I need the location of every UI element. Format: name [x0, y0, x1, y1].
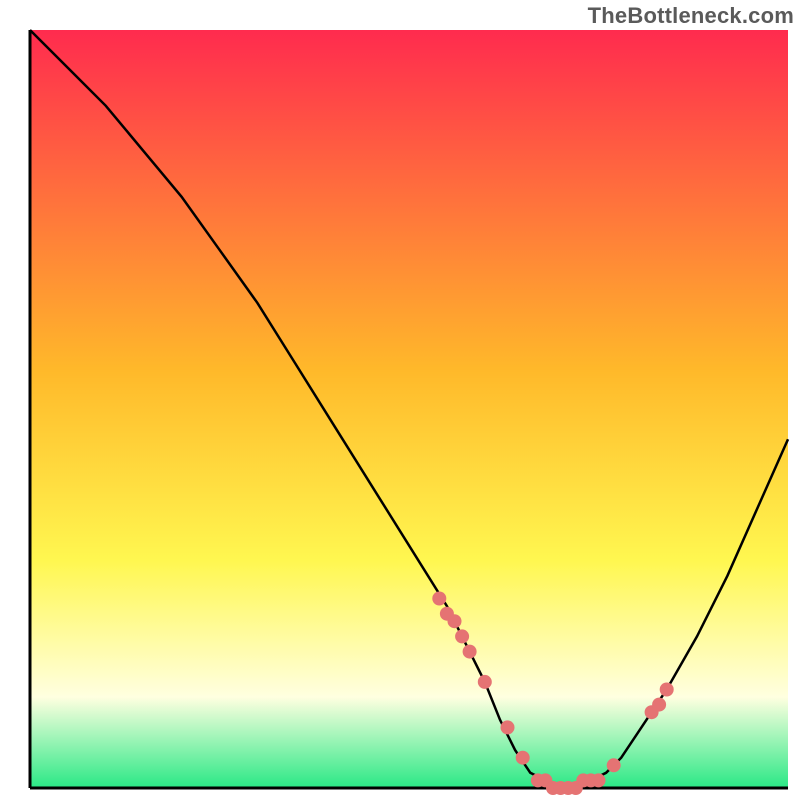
data-point: [501, 720, 515, 734]
data-point: [652, 698, 666, 712]
data-point: [478, 675, 492, 689]
data-point: [463, 645, 477, 659]
watermark-text: TheBottleneck.com: [588, 3, 794, 29]
data-point: [592, 773, 606, 787]
data-point: [432, 592, 446, 606]
data-point: [448, 614, 462, 628]
bottleneck-chart: TheBottleneck.com: [0, 0, 800, 800]
data-point: [455, 629, 469, 643]
data-point: [516, 751, 530, 765]
data-point: [660, 683, 674, 697]
data-point: [607, 758, 621, 772]
chart-svg: [0, 0, 800, 800]
